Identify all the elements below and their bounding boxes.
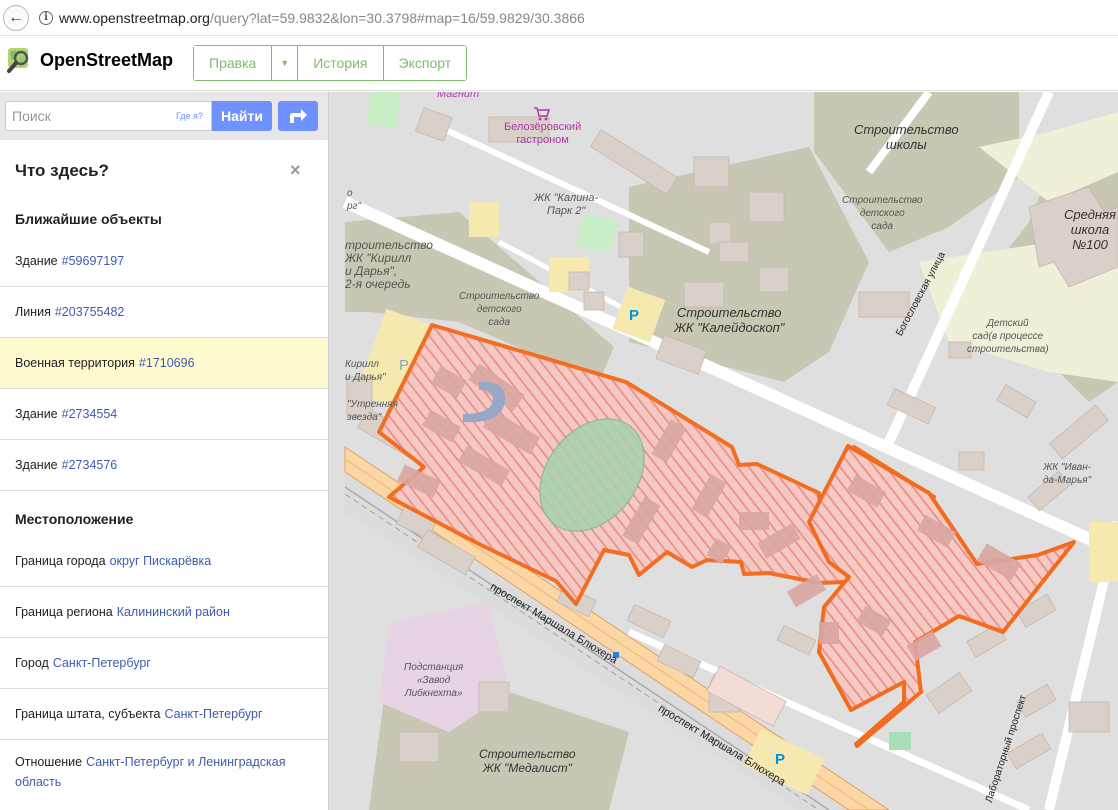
nearby-item-type: Линия: [15, 305, 51, 319]
map-canvas: P P P: [329, 92, 1118, 810]
map-label-edge: о рг": [347, 188, 362, 212]
map-label-kinder2: Строительство детского сада: [459, 291, 540, 328]
nearby-item-link[interactable]: #59697197: [62, 254, 125, 268]
header-nav: Правка ▼ История Экспорт: [193, 45, 468, 81]
nearby-item-type: Здание: [15, 458, 58, 472]
nearby-item-highlighted[interactable]: Военная территория #1710696: [0, 338, 328, 389]
info-icon[interactable]: i: [39, 10, 53, 25]
close-icon[interactable]: ×: [290, 160, 301, 181]
nearby-heading: Ближайшие объекты: [15, 211, 162, 227]
location-item[interactable]: Город Санкт-Петербург: [0, 638, 328, 689]
map-label-kirill: троительство ЖК "Кирилл и Дарья", 2-я оч…: [345, 238, 433, 291]
parking-icon: P: [629, 307, 639, 324]
map-label-school-build: Строительство школы: [854, 122, 959, 152]
map-label-utrennyaya: "Утренняя звезда": [347, 399, 398, 423]
parking-icon: P: [775, 751, 785, 768]
location-item-type: Граница города: [15, 554, 106, 568]
map-view[interactable]: P P P Магнит Белозёровский гастроном ЖК …: [329, 92, 1118, 810]
parking-icon: P: [399, 357, 409, 374]
osm-logo-icon: [6, 46, 34, 74]
location-item-link[interactable]: Санкт-Петербург: [53, 656, 151, 670]
location-item-type: Город: [15, 656, 49, 670]
location-item-link[interactable]: Калининский район: [117, 605, 230, 619]
map-label-kinder-build: Строительство детского сада: [842, 195, 923, 232]
nearby-item-link[interactable]: #2734554: [62, 407, 118, 421]
sidebar: Поиск Где я? Найти Что здесь? × Ближайши…: [0, 92, 329, 810]
location-item[interactable]: Граница штата, субъекта Санкт-Петербург: [0, 689, 328, 740]
map-label-medalist: Строительство ЖК "Медалист": [479, 747, 576, 775]
location-heading: Местоположение: [15, 511, 134, 527]
url-path: /query?lat=59.9832&lon=30.3798#map=16/59…: [209, 9, 585, 26]
nearby-item-link[interactable]: #203755482: [55, 305, 125, 319]
nearby-item[interactable]: Здание #2734576: [0, 440, 328, 491]
browser-address-bar: ← i www.openstreetmap.org/query?lat=59.9…: [0, 0, 1118, 36]
directions-button[interactable]: [278, 101, 318, 131]
nearby-item[interactable]: Линия #203755482: [0, 287, 328, 338]
map-label-kinder-process: Детский сад(в процессе строительства): [967, 318, 1049, 355]
location-item-type: Граница штата, субъекта: [15, 707, 161, 721]
back-arrow-icon[interactable]: ←: [3, 4, 29, 31]
url-host: www.openstreetmap.org: [59, 9, 210, 26]
map-label-school100: Средняя школа №100: [1064, 207, 1116, 252]
location-item-link[interactable]: округ Пискарёвка: [110, 554, 212, 568]
search-bar: Поиск Где я? Найти: [0, 92, 328, 140]
nearby-item-type: Здание: [15, 254, 58, 268]
nearby-item-type: Военная территория: [15, 356, 135, 370]
location-item[interactable]: Отношение Санкт-Петербург и Ленинградская…: [0, 740, 328, 802]
url-field[interactable]: www.openstreetmap.org/query?lat=59.9832&…: [59, 10, 585, 26]
nearby-item[interactable]: Здание #2734554: [0, 389, 328, 440]
location-item[interactable]: Граница региона Калининский район: [0, 587, 328, 638]
map-label-shop: Белозёровский гастроном: [504, 121, 582, 146]
export-button[interactable]: Экспорт: [383, 46, 467, 80]
nearby-item[interactable]: Здание #59697197: [0, 236, 328, 287]
history-button[interactable]: История: [298, 46, 384, 80]
edit-button[interactable]: Правка: [194, 46, 273, 80]
nearby-item-type: Здание: [15, 407, 58, 421]
directions-arrow-icon: [290, 109, 307, 123]
map-label-kirill2: Кирилл и Дарья": [345, 359, 386, 383]
nearby-item-link[interactable]: #1710696: [139, 356, 195, 370]
map-label-substation: Подстанция «Завод Либкнехта»: [404, 662, 464, 699]
logo[interactable]: OpenStreetMap: [6, 46, 173, 74]
location-item[interactable]: Граница города округ Пискарёвка: [0, 536, 328, 587]
logo-text: OpenStreetMap: [40, 49, 174, 70]
location-item-type: Отношение: [15, 755, 83, 769]
panel-title: Что здесь?: [15, 161, 109, 180]
map-label-ivan: ЖК "Иван- да-Марья": [1043, 462, 1092, 486]
site-header: OpenStreetMap Правка ▼ История Экспорт: [0, 37, 1118, 91]
map-label-kalina: ЖК "Калина- Парк 2": [534, 192, 599, 217]
location-item-type: Граница региона: [15, 605, 113, 619]
map-label-kaleidoscope: Строительство ЖК "Калейдоскоп": [674, 305, 785, 335]
nearby-item-link[interactable]: #2734576: [62, 458, 118, 472]
location-item-link[interactable]: Санкт-Петербург: [165, 707, 263, 721]
edit-dropdown-chevron-down-icon[interactable]: ▼: [272, 46, 299, 80]
map-label-magnit: Магнит: [437, 92, 480, 100]
search-button[interactable]: Найти: [212, 101, 272, 131]
where-am-i-link[interactable]: Где я?: [176, 111, 203, 121]
